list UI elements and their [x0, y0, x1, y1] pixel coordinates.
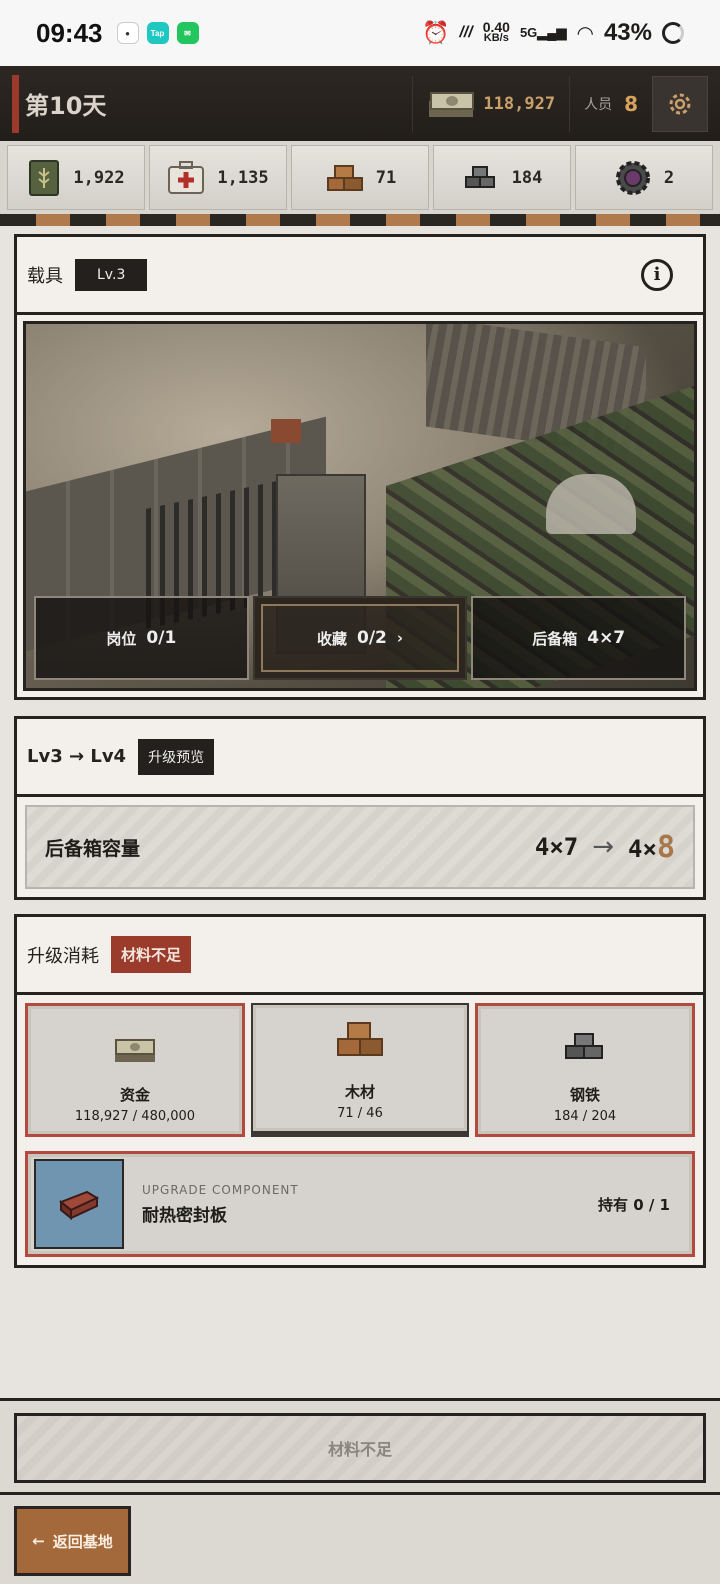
arrow-right-icon: → — [592, 832, 615, 862]
arrow-left-icon: ← — [32, 1532, 45, 1550]
day-accent-bar — [12, 74, 19, 133]
slot-post-value: 0/1 — [146, 628, 177, 648]
hazard-stripe — [0, 214, 720, 226]
component-name: 耐热密封板 — [142, 1205, 227, 1226]
cost-steel-name: 钢铁 — [569, 1086, 600, 1104]
resource-bar: 1,922 1,135 71 184 2 — [0, 141, 720, 214]
cost-items: 资金 118,927 / 480,000 木材 71 / 46 钢铁 184 /… — [25, 1003, 695, 1137]
gear-icon — [669, 93, 691, 114]
resource-food[interactable]: 1,922 — [7, 145, 145, 210]
cost-steel[interactable]: 钢铁 184 / 204 — [475, 1003, 695, 1137]
vehicle-slots: 岗位 0/1 收藏 0/2 › 后备箱 4×7 — [34, 596, 687, 680]
bottom-divider — [0, 1492, 720, 1495]
slot-collection[interactable]: 收藏 0/2 › — [252, 596, 468, 680]
battery-percent: 43% — [603, 19, 652, 46]
resource-steel-value: 184 — [511, 167, 543, 188]
vehicle-header: 载具 Lv.3 i — [17, 237, 703, 315]
chevron-right-icon: › — [396, 629, 404, 647]
cost-title: 升级消耗 — [27, 945, 99, 967]
vehicle-title: 载具 — [27, 265, 63, 287]
upgrade-preview-badge: 升级预览 — [138, 738, 215, 775]
resource-parts[interactable]: 2 — [575, 145, 713, 210]
back-button-label: 返回基地 — [52, 1532, 113, 1551]
cash-icon — [115, 1039, 155, 1062]
resource-food-value: 1,922 — [73, 167, 125, 188]
cost-wood[interactable]: 木材 71 / 46 — [251, 1003, 469, 1137]
slot-collection-value: 0/2 — [356, 628, 387, 648]
food-can-icon — [29, 159, 60, 196]
stat-to: 4×8 — [628, 829, 675, 865]
settings-button[interactable] — [652, 75, 708, 132]
vehicle-level-badge: Lv.3 — [75, 258, 148, 291]
alarm-icon: ⏰ — [421, 20, 450, 45]
upgrade-preview-panel: Lv3 → Lv4 升级预览 后备箱容量 4×7 → 4×8 — [14, 716, 706, 900]
component-subtitle: UPGRADE COMPONENT — [142, 1182, 299, 1197]
money-value: 118,927 — [483, 93, 556, 114]
steel-icon — [565, 1033, 603, 1059]
wechat-icon: ✉ — [176, 22, 199, 44]
slot-trunk[interactable]: 后备箱 4×7 — [471, 596, 687, 680]
component-image — [34, 1159, 124, 1249]
slot-trunk-label: 后备箱 — [532, 629, 578, 648]
gear-part-icon — [615, 160, 650, 195]
resource-parts-value: 2 — [663, 167, 675, 188]
people-count: 8 — [624, 91, 638, 116]
cost-header: 升级消耗 材料不足 — [17, 917, 703, 995]
signal-icon: 5G▂▄▆ — [519, 25, 567, 40]
people-display: 人员 8 — [570, 92, 652, 116]
slot-post[interactable]: 岗位 0/1 — [34, 596, 249, 680]
upgrade-header: Lv3 → Lv4 升级预览 — [17, 719, 703, 797]
top-bar: 第10天 118,927 人员 8 — [0, 66, 720, 141]
trunk-capacity-row: 后备箱容量 4×7 → 4×8 — [25, 805, 695, 889]
resource-steel[interactable]: 184 — [433, 145, 571, 210]
resource-wood-value: 71 — [375, 167, 397, 188]
wood-icon — [337, 1022, 383, 1056]
resource-medicine[interactable]: 1,135 — [149, 145, 287, 210]
component-owned: 持有 0 / 1 — [597, 1195, 670, 1214]
notification-icons: ● Tap ✉ — [116, 22, 199, 44]
steel-icon — [464, 165, 495, 188]
slot-trunk-value: 4×7 — [587, 628, 626, 648]
cost-wood-name: 木材 — [344, 1083, 375, 1101]
status-bar: 09:43 ● Tap ✉ ⏰ /// 0.40 KB/s 5G▂▄▆ ◠ 43% — [0, 0, 720, 66]
back-to-base-button[interactable]: ← 返回基地 — [14, 1506, 131, 1576]
insufficient-badge: 材料不足 — [111, 936, 192, 973]
upgrade-button[interactable]: 材料不足 — [14, 1413, 706, 1483]
wood-icon — [326, 164, 363, 191]
cost-steel-amount: 184 / 204 — [553, 1109, 617, 1124]
vehicle-panel: 载具 Lv.3 i 岗位 0/1 收藏 0/2 › 后备箱 4×7 — [14, 234, 706, 700]
cost-money-amount: 118,927 / 480,000 — [74, 1109, 196, 1124]
medkit-icon — [168, 160, 205, 194]
taptap-icon: Tap — [146, 22, 169, 44]
network-speed: 0.40 KB/s — [482, 19, 510, 44]
component-text: UPGRADE COMPONENT 耐热密封板 — [142, 1183, 299, 1226]
base-scene-image: 岗位 0/1 收藏 0/2 › 后备箱 4×7 — [23, 321, 697, 691]
resource-wood[interactable]: 71 — [291, 145, 429, 210]
day-title: 第10天 — [25, 92, 107, 120]
wifi-icon: ◠ — [576, 22, 594, 45]
cost-money-name: 资金 — [119, 1086, 150, 1104]
money-display: 118,927 — [412, 75, 571, 132]
seal-plate-icon — [59, 1190, 100, 1221]
people-label: 人员 — [584, 96, 613, 113]
battery-ring-icon — [662, 22, 684, 44]
stat-from: 4×7 — [534, 833, 579, 861]
slot-post-label: 岗位 — [106, 629, 137, 648]
cash-icon — [429, 91, 475, 117]
stat-values: 4×7 → 4×8 — [535, 830, 675, 865]
status-time: 09:43 — [36, 17, 103, 48]
slot-collection-label: 收藏 — [316, 629, 347, 648]
info-icon[interactable]: i — [641, 258, 673, 291]
cost-wood-amount: 71 / 46 — [337, 1106, 383, 1121]
scene-flag — [271, 419, 301, 443]
app-notification-icon: ● — [116, 22, 139, 44]
upgrade-levels: Lv3 → Lv4 — [27, 746, 127, 767]
cost-money[interactable]: 资金 118,927 / 480,000 — [25, 1003, 245, 1137]
upgrade-cost-panel: 升级消耗 材料不足 资金 118,927 / 480,000 木材 71 / 4… — [14, 914, 706, 1268]
stat-name: 后备箱容量 — [45, 837, 141, 860]
resource-medicine-value: 1,135 — [217, 167, 269, 188]
hd-icon: /// — [459, 24, 473, 41]
upgrade-component-row[interactable]: UPGRADE COMPONENT 耐热密封板 持有 0 / 1 — [25, 1151, 695, 1257]
